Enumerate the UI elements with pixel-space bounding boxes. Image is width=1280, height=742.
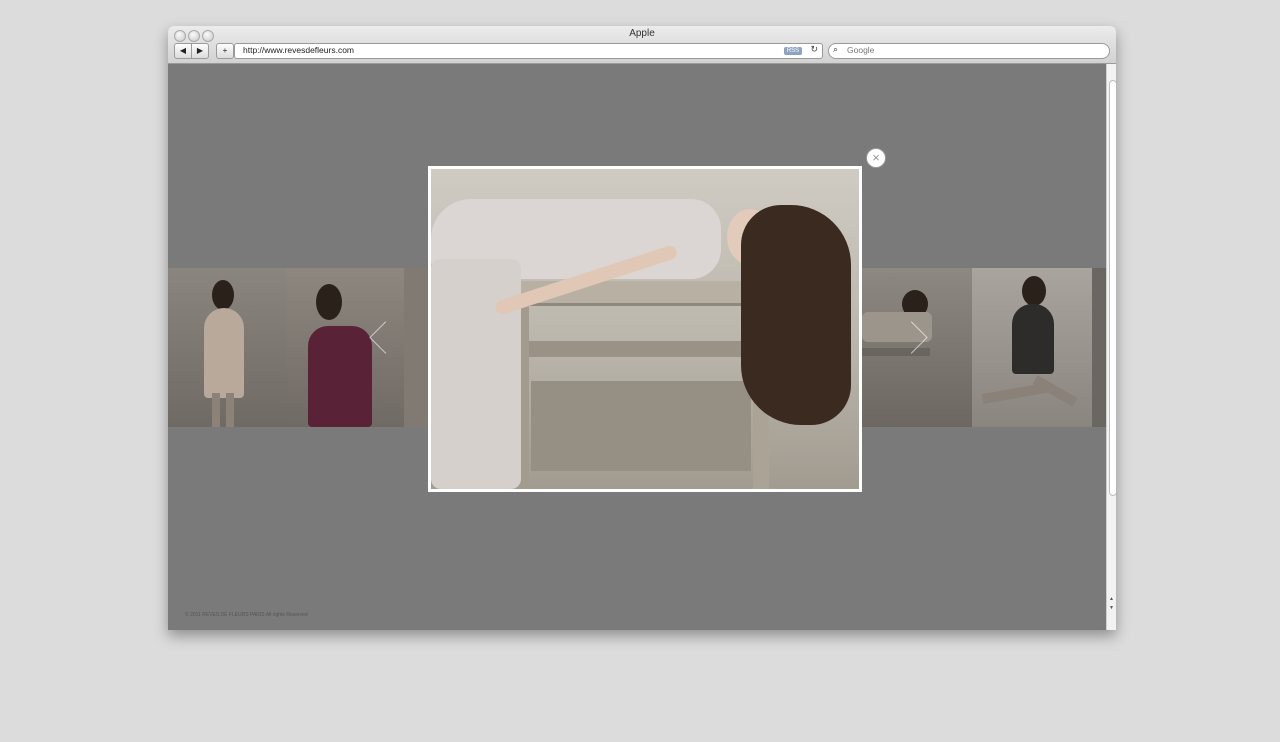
footer-copyright: © 2011 REVES DE FLEURS PARIS All rights … xyxy=(185,612,308,618)
scroll-down-icon[interactable]: ▼ xyxy=(1109,605,1114,611)
gallery-strip-left xyxy=(168,268,428,427)
gallery-strip-right xyxy=(862,268,1106,427)
browser-titlebar: Apple ◀ ▶ + http://www.revesdefleurs.com… xyxy=(168,26,1116,64)
lightbox-photo xyxy=(431,169,859,489)
gallery-thumb[interactable] xyxy=(404,268,428,427)
address-bar[interactable]: http://www.revesdefleurs.com RSS ↻ xyxy=(234,43,823,59)
url-text: http://www.revesdefleurs.com xyxy=(243,45,355,55)
scrollbar[interactable]: ▲ ▼ xyxy=(1106,64,1116,630)
concrete-block xyxy=(531,381,751,471)
forward-button[interactable]: ▶ xyxy=(191,43,209,59)
page-content: © 2011 REVES DE FLEURS PARIS All rights … xyxy=(168,64,1106,630)
gallery-thumb[interactable] xyxy=(972,268,1092,427)
gallery-thumb[interactable] xyxy=(168,268,286,427)
dress-skirt xyxy=(431,259,521,489)
rss-button[interactable]: RSS xyxy=(784,47,802,55)
search-placeholder: Google xyxy=(847,45,875,55)
scrollbar-thumb[interactable] xyxy=(1109,80,1116,496)
search-icon: ⌕ xyxy=(833,44,839,54)
search-field[interactable]: ⌕ Google xyxy=(828,43,1110,59)
hair xyxy=(741,205,851,425)
reload-icon[interactable]: ↻ xyxy=(810,44,818,55)
close-icon[interactable]: × xyxy=(866,148,886,168)
window-title: Apple xyxy=(629,28,655,39)
table-shelf xyxy=(521,341,761,357)
scroll-up-icon[interactable]: ▲ xyxy=(1109,596,1114,602)
add-bookmark-button[interactable]: + xyxy=(216,43,234,59)
back-button[interactable]: ◀ xyxy=(174,43,192,59)
lightbox xyxy=(428,166,862,492)
browser-window: Apple ◀ ▶ + http://www.revesdefleurs.com… xyxy=(168,26,1116,630)
